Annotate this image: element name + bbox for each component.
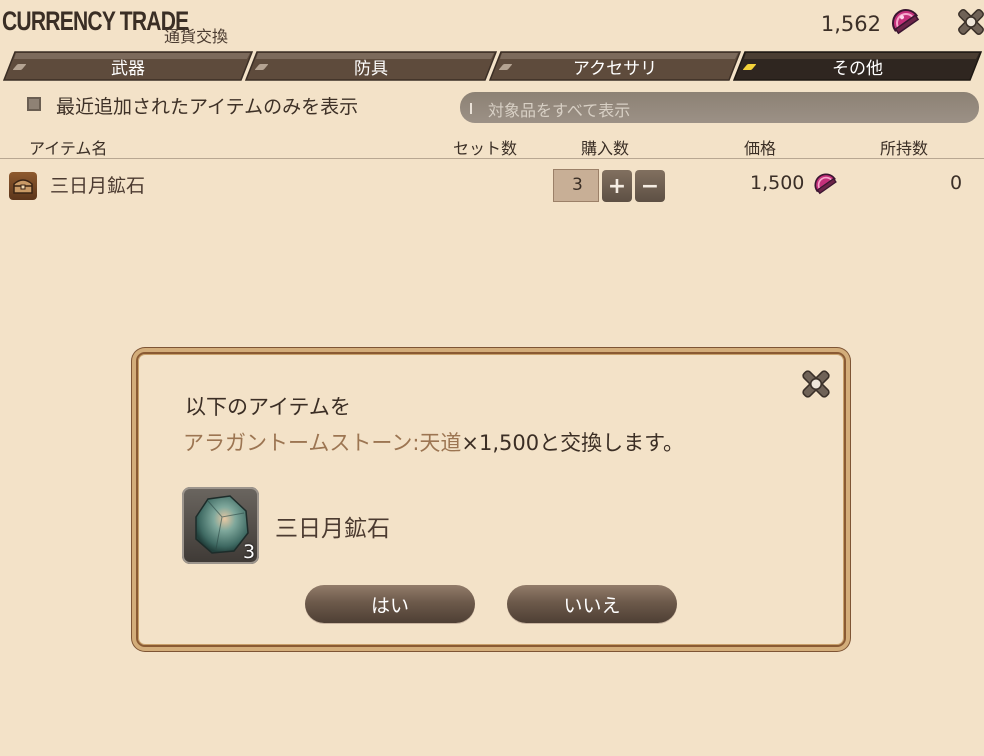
yes-button[interactable]: はい: [305, 585, 475, 623]
tab-weapons[interactable]: 武器: [3, 51, 253, 81]
recent-items-checkbox[interactable]: [27, 97, 41, 111]
item-name[interactable]: 三日月鉱石: [50, 171, 145, 198]
header-divider: [0, 158, 984, 159]
owned-count: 0: [950, 172, 963, 194]
dialog-message-line2: アラガントームストーン:天道×1,500と交換します。: [183, 427, 684, 457]
quantity-input[interactable]: 3: [553, 169, 599, 202]
tab-label: アクセサリ: [572, 58, 658, 79]
tab-armor[interactable]: 防具: [245, 51, 497, 81]
column-header-price: 価格: [744, 139, 777, 158]
tab-label: 防具: [354, 58, 388, 79]
dropdown-indicator-icon: [470, 103, 472, 114]
tomestone-icon: [812, 171, 840, 203]
column-header-purchase-qty: 購入数: [581, 139, 630, 158]
tab-other[interactable]: その他: [733, 51, 982, 81]
tab-label: その他: [832, 58, 883, 79]
tomestone-icon: [889, 6, 923, 40]
window-subtitle: 通貨交換: [164, 27, 229, 46]
column-header-item-name: アイテム名: [29, 139, 108, 158]
dialog-close-icon[interactable]: [797, 365, 835, 403]
column-header-owned: 所持数: [880, 139, 929, 158]
window-title: CURRENCY TRADE: [2, 6, 189, 36]
treasure-chest-icon: [9, 172, 37, 200]
plus-icon: +: [607, 173, 627, 199]
currency-amount: 1,562: [820, 12, 881, 36]
increase-quantity-button[interactable]: +: [602, 170, 632, 202]
no-button[interactable]: いいえ: [507, 585, 677, 623]
item-filter-dropdown[interactable]: 対象品をすべて表示: [460, 92, 979, 123]
minus-icon: −: [640, 173, 660, 199]
currency-name: アラガントームストーン:天道: [183, 431, 462, 455]
column-header-set-count: セット数: [453, 139, 518, 158]
item-price: 1,500: [750, 172, 805, 194]
recent-items-checkbox-label: 最近追加されたアイテムのみを表示: [56, 96, 359, 118]
tab-label: 武器: [111, 58, 145, 79]
dropdown-value: 対象品をすべて表示: [488, 101, 631, 120]
decrease-quantity-button[interactable]: −: [635, 170, 665, 202]
item-stack-count: 3: [243, 541, 256, 563]
dialog-message-line1: 以下のアイテムを: [185, 395, 351, 419]
tab-accessories[interactable]: アクセサリ: [489, 51, 741, 81]
dialog-item-name: 三日月鉱石: [275, 516, 390, 542]
exchange-amount-text: ×1,500と交換します。: [461, 431, 685, 455]
close-icon[interactable]: [953, 4, 984, 40]
